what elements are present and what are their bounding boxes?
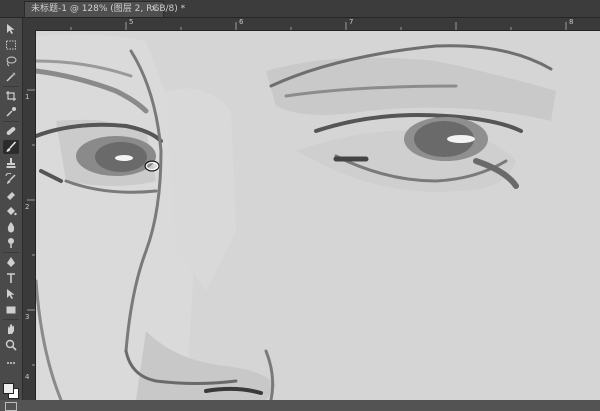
document-canvas[interactable] (36, 31, 600, 400)
ruler-label: 1 (25, 93, 30, 101)
tools-panel (0, 18, 23, 411)
dodge-tool-icon[interactable] (3, 236, 19, 250)
close-tab-icon[interactable]: × (150, 2, 158, 17)
ruler-label: 4 (25, 373, 30, 381)
horizontal-ruler[interactable]: 5 6 7 8 (23, 18, 600, 31)
hand-tool-icon[interactable] (3, 322, 19, 336)
healing-brush-tool-icon[interactable] (3, 124, 19, 138)
crop-tool-icon[interactable] (3, 89, 19, 103)
face-sketch-artwork (36, 34, 556, 400)
ruler-label: 7 (349, 18, 354, 26)
vertical-ruler[interactable]: 1 2 3 4 (23, 30, 36, 400)
document-tab-title: 未标题-1 @ 128% (图层 2, RGB/8) * (31, 4, 186, 14)
rectangle-tool-icon[interactable] (3, 303, 19, 317)
ruler-label: 6 (239, 18, 244, 26)
more-tools-icon[interactable] (3, 356, 19, 370)
document-tab-bar: 未标题-1 @ 128% (图层 2, RGB/8) * × (0, 0, 600, 18)
foreground-color-swatch[interactable] (3, 383, 14, 394)
blur-tool-icon[interactable] (3, 220, 19, 234)
ruler-label: 8 (569, 18, 574, 26)
clone-stamp-tool-icon[interactable] (3, 156, 19, 170)
move-tool-icon[interactable] (3, 22, 19, 36)
ruler-label: 2 (25, 203, 30, 211)
pen-tool-icon[interactable] (3, 255, 19, 269)
zoom-tool-icon[interactable] (3, 338, 19, 352)
path-selection-tool-icon[interactable] (3, 287, 19, 301)
paint-bucket-tool-icon[interactable] (3, 204, 19, 218)
history-brush-tool-icon[interactable] (3, 172, 19, 186)
eyedropper-tool-icon[interactable] (3, 105, 19, 119)
ruler-label: 5 (129, 18, 134, 26)
eraser-tool-icon[interactable] (3, 188, 19, 202)
brush-tool-icon[interactable] (3, 140, 19, 154)
ruler-label: 3 (25, 313, 30, 321)
type-tool-icon[interactable] (3, 271, 19, 285)
magic-wand-tool-icon[interactable] (3, 70, 19, 84)
document-tab[interactable]: 未标题-1 @ 128% (图层 2, RGB/8) * × (24, 1, 185, 17)
quick-mask-icon[interactable] (5, 402, 17, 411)
lasso-tool-icon[interactable] (3, 54, 19, 68)
marquee-tool-icon[interactable] (3, 38, 19, 52)
